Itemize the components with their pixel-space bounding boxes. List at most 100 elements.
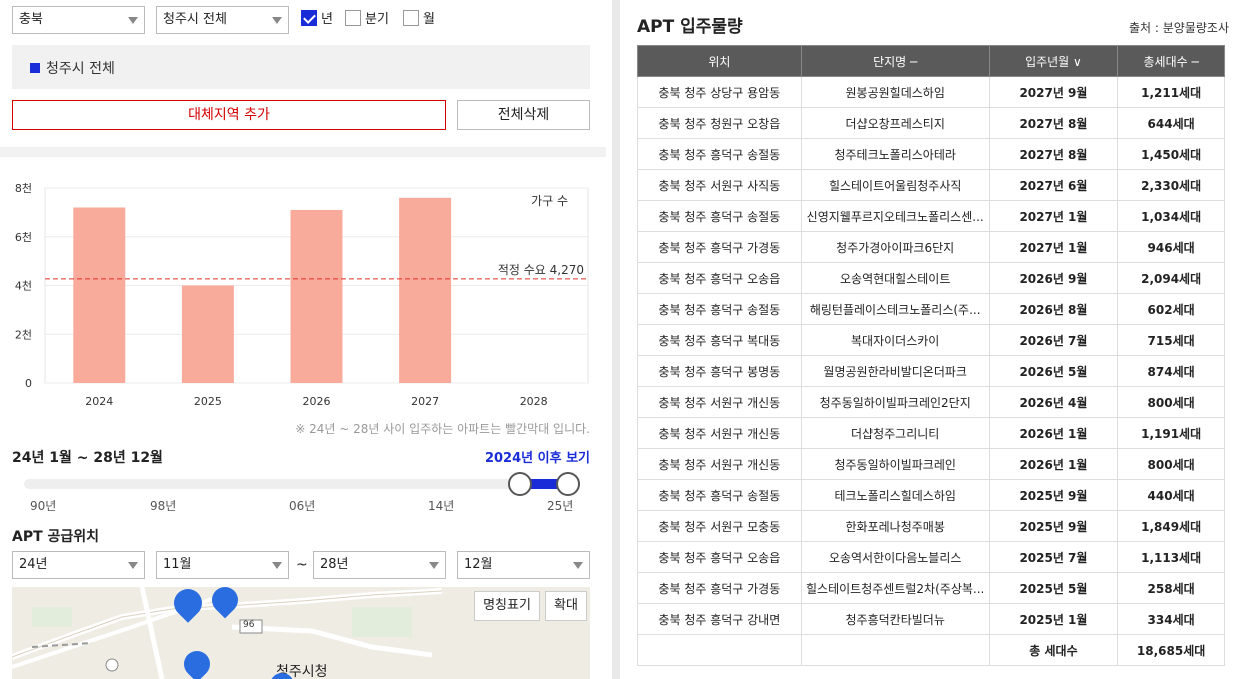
cell-move-in: 2026년 7월	[988, 324, 1119, 356]
cell-location: 충북 청주 흥덕구 오송읍	[637, 541, 802, 573]
checkbox-month-box[interactable]	[403, 10, 419, 26]
table-row[interactable]: 충북 청주 흥덕구 봉명동 월명공원한라비발디온더파크 2026년 5월 874세대	[637, 355, 1225, 387]
checkbox-quarter-box[interactable]	[345, 10, 361, 26]
table-row[interactable]: 충북 청주 흥덕구 강내면 청주흥덕칸타빌더뉴 2025년 1월 334세대	[637, 603, 1225, 635]
checkbox-month[interactable]: 월	[403, 10, 435, 28]
cell-households: 800세대	[1117, 386, 1225, 418]
cell-location: 충북 청주 청원구 오창읍	[637, 107, 802, 139]
add-region-button[interactable]: 대체지역 추가	[12, 100, 446, 130]
table-row[interactable]: 충북 청주 서원구 모충동 한화포레나청주매봉 2025년 9월 1,849세대	[637, 510, 1225, 542]
reference-line-label: 적정 수요 4,270	[498, 263, 584, 277]
from-year-select[interactable]: 24년	[12, 551, 145, 579]
section-separator	[0, 147, 606, 157]
panel-divider	[612, 0, 620, 679]
column-header-move-in[interactable]: 입주년월 ∨	[988, 45, 1119, 77]
cell-households: 1,113세대	[1117, 541, 1225, 573]
from-month-select[interactable]: 11월	[156, 551, 289, 579]
bar-2025	[181, 285, 234, 383]
cell-location: 충북 청주 흥덕구 송절동	[637, 293, 802, 325]
cell-complex: 청주흥덕칸타빌더뉴	[800, 603, 990, 635]
cell-households: 1,450세대	[1117, 138, 1225, 170]
checkbox-quarter-label: 분기	[365, 12, 389, 27]
show-names-button[interactable]: 명칭표기	[474, 591, 540, 621]
province-select[interactable]: 충북	[12, 6, 145, 34]
table-row[interactable]: 충북 청주 청원구 오창읍 더샵오창프레스티지 2027년 8월 644세대	[637, 107, 1225, 139]
x-tick-label: 2027	[411, 395, 439, 408]
cell-complex: 청주가경아이파크6단지	[800, 231, 990, 263]
selected-region-bar: 청주시 전체	[12, 45, 590, 89]
checkbox-quarter[interactable]: 분기	[345, 10, 389, 28]
cell-move-in: 2026년 9월	[988, 262, 1119, 294]
cell-complex: 청주동일하이빌파크레인	[800, 448, 990, 480]
cell-move-in: 2027년 6월	[988, 169, 1119, 201]
table-row[interactable]: 충북 청주 흥덕구 오송읍 오송역현대힐스테이트 2026년 9월 2,094세대	[637, 262, 1225, 294]
column-header-complex[interactable]: 단지명 ─	[800, 45, 990, 77]
table-row[interactable]: 충북 청주 흥덕구 가경동 힐스테이트청주센트럴2차(주상복... 2025년 5월…	[637, 572, 1225, 604]
cell-complex: 오송역현대힐스테이트	[800, 262, 990, 294]
chevron-down-icon	[128, 562, 138, 569]
chevron-down-icon	[429, 562, 439, 569]
table-row[interactable]: 충북 청주 흥덕구 송절동 해링턴플레이스테크노폴리스(주... 2026년 8월 6…	[637, 293, 1225, 325]
checkbox-year-label: 년	[321, 12, 333, 27]
cell-complex: 테크노폴리스힐데스하임	[800, 479, 990, 511]
cell-location: 충북 청주 상당구 용암동	[637, 76, 802, 108]
cell-move-in: 2025년 7월	[988, 541, 1119, 573]
to-month-select[interactable]: 12월	[457, 551, 590, 579]
cell-complex: 오송역서한이다음노블리스	[800, 541, 990, 573]
cell-complex: 한화포레나청주매봉	[800, 510, 990, 542]
cell-move-in: 2025년 5월	[988, 572, 1119, 604]
after-2024-link[interactable]: 2024년 이후 보기	[485, 447, 590, 466]
map-zoom-button[interactable]: 확대	[545, 591, 587, 621]
table-row[interactable]: 충북 청주 흥덕구 가경동 청주가경아이파크6단지 2027년 1월 946세대	[637, 231, 1225, 263]
table-row[interactable]: 충북 청주 상당구 용암동 원봉공원힐데스하임 2027년 9월 1,211세대	[637, 76, 1225, 108]
table-row[interactable]: 충북 청주 서원구 개신동 청주동일하이빌파크레인2단지 2026년 4월 800세대	[637, 386, 1225, 418]
table-row[interactable]: 충북 청주 흥덕구 송절동 테크노폴리스힐데스하임 2025년 9월 440세대	[637, 479, 1225, 511]
delete-all-button[interactable]: 전체삭제	[457, 100, 590, 130]
city-select[interactable]: 청주시 전체	[156, 6, 289, 34]
supply-bar-chart: 0 2천 4천 6천 8천 2024 2025 2026 2027 2028 적정 수요 4,270…	[15, 181, 589, 408]
bar-2026	[290, 209, 343, 383]
checkbox-year-box[interactable]	[301, 10, 317, 26]
cell-move-in: 2026년 4월	[988, 386, 1119, 418]
table-row[interactable]: 충북 청주 흥덕구 오송읍 오송역서한이다음노블리스 2025년 7월 1,113세대	[637, 541, 1225, 573]
cell-move-in: 2026년 5월	[988, 355, 1119, 387]
cell-households: 800세대	[1117, 448, 1225, 480]
cell-location: 충북 청주 서원구 개신동	[637, 417, 802, 449]
table-row[interactable]: 충북 청주 서원구 사직동 힐스테이트어울림청주사직 2027년 6월 2,330세대	[637, 169, 1225, 201]
slider-tick: 90년	[30, 499, 57, 513]
y-tick-label: 0	[25, 377, 32, 390]
column-header-location[interactable]: 위치	[637, 45, 802, 77]
table-row[interactable]: 충북 청주 서원구 개신동 더샵청주그리니티 2026년 1월 1,191세대	[637, 417, 1225, 449]
slider-tick: 25년	[547, 499, 574, 513]
cell-households: 1,034세대	[1117, 200, 1225, 232]
source-note: 출처 : 분양물량조사	[1129, 21, 1229, 35]
cell-complex: 월명공원한라비발디온더파크	[800, 355, 990, 387]
year-slider-end-handle[interactable]	[556, 472, 580, 496]
to-year-value: 28년	[320, 557, 349, 572]
cell-location: 충북 청주 흥덕구 봉명동	[637, 355, 802, 387]
cell-location: 충북 청주 서원구 사직동	[637, 169, 802, 201]
cell-households: 602세대	[1117, 293, 1225, 325]
to-year-select[interactable]: 28년	[313, 551, 446, 579]
table-row[interactable]: 충북 청주 흥덕구 송절동 청주테크노폴리스아테라 2027년 8월 1,450세대	[637, 138, 1225, 170]
total-value: 18,685세대	[1117, 634, 1225, 666]
cell-households: 1,211세대	[1117, 76, 1225, 108]
cell-complex: 청주동일하이빌파크레인2단지	[800, 386, 990, 418]
y-tick-label: 4천	[15, 279, 32, 293]
year-slider-track[interactable]	[24, 479, 580, 489]
column-header-households[interactable]: 총세대수 ─	[1117, 45, 1225, 77]
y-axis-label: 가구 수	[531, 194, 568, 208]
cell-complex: 원봉공원힐데스하임	[800, 76, 990, 108]
table-row[interactable]: 충북 청주 서원구 개신동 청주동일하이빌파크레인 2026년 1월 800세대	[637, 448, 1225, 480]
chevron-down-icon	[272, 562, 282, 569]
cell-complex: 힐스테이트어울림청주사직	[800, 169, 990, 201]
x-tick-label: 2026	[303, 395, 331, 408]
table-row[interactable]: 충북 청주 흥덕구 송절동 신영지웰푸르지오테크노폴리스센... 2027년 1월 1…	[637, 200, 1225, 232]
cell-move-in: 2025년 9월	[988, 479, 1119, 511]
cell-complex: 해링턴플레이스테크노폴리스(주...	[800, 293, 990, 325]
cell-move-in: 2025년 1월	[988, 603, 1119, 635]
checkbox-year[interactable]: 년	[301, 10, 333, 28]
province-select-value: 충북	[19, 12, 43, 27]
year-slider-start-handle[interactable]	[508, 472, 532, 496]
table-row[interactable]: 충북 청주 흥덕구 복대동 복대자이더스카이 2026년 7월 715세대	[637, 324, 1225, 356]
